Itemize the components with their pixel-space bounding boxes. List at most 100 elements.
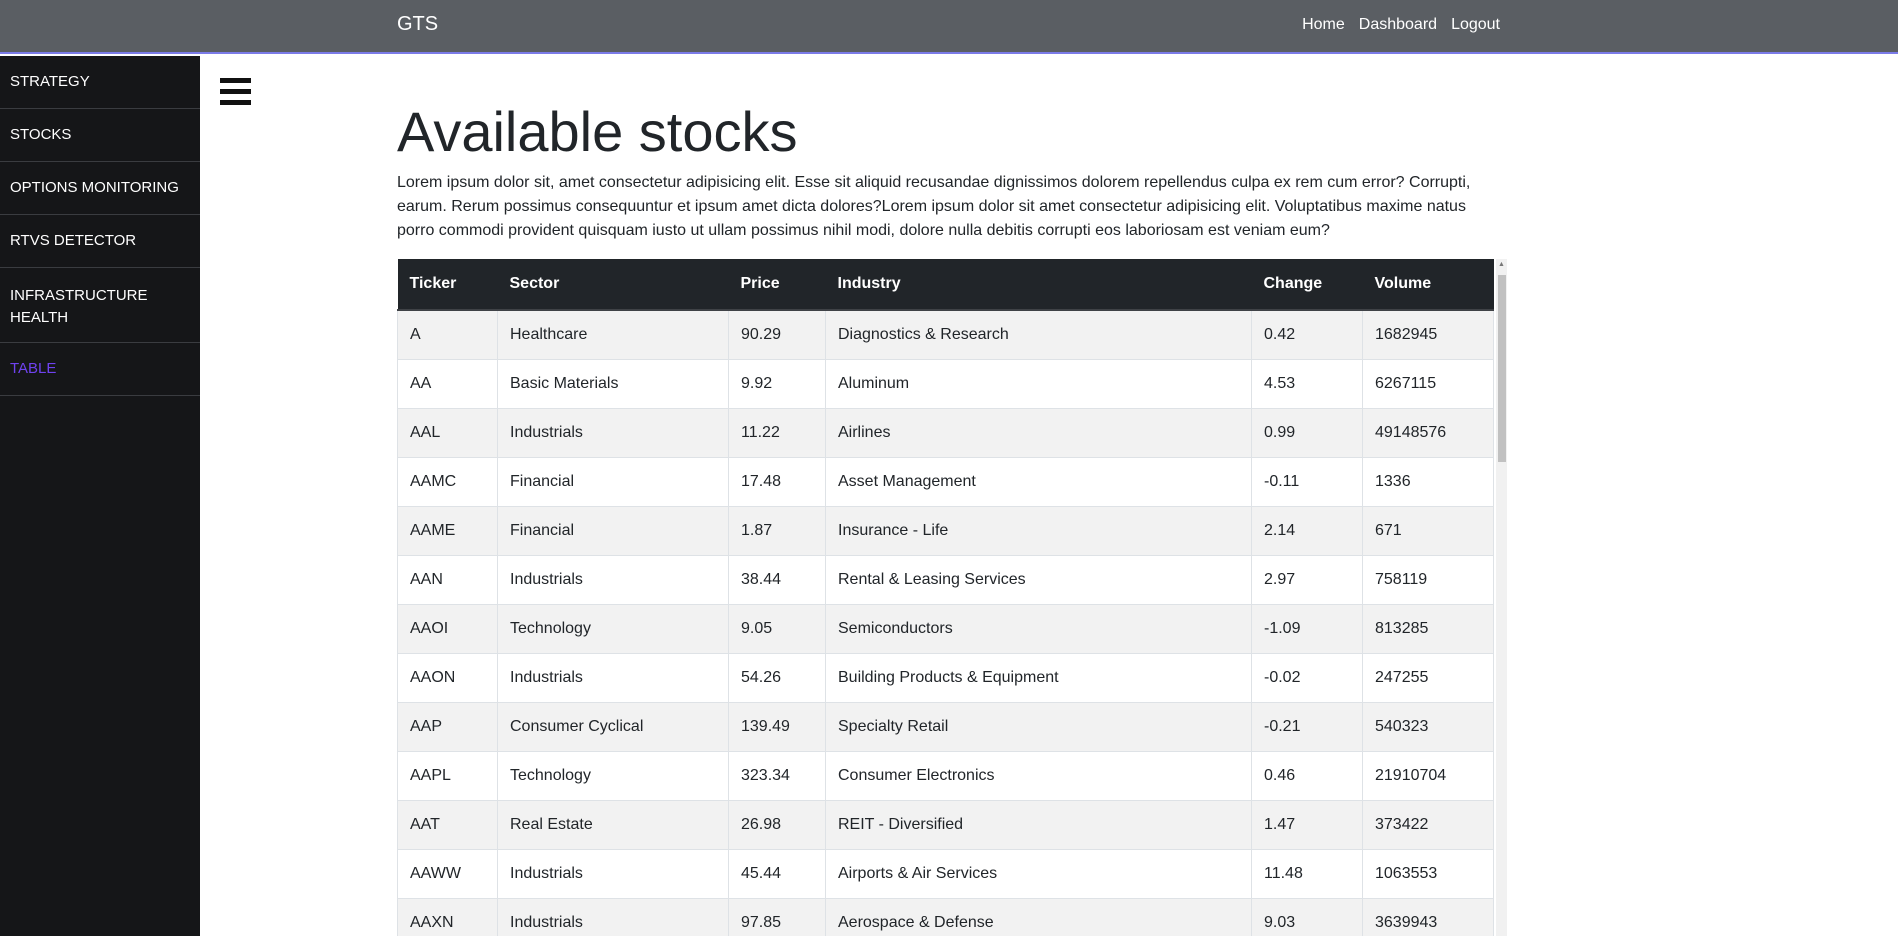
ticker-cell: AAWW: [397, 848, 498, 899]
table-row[interactable]: AAON Industrials 54.26 Building Products & …: [397, 652, 1494, 703]
change-cell: 4.53: [1251, 358, 1363, 409]
change-cell: 2.97: [1251, 554, 1363, 605]
price-cell: 323.34: [728, 750, 826, 801]
industry-cell: Semiconductors: [825, 603, 1252, 654]
sidebar-item-strategy[interactable]: STRATEGY: [0, 56, 200, 109]
ticker-cell: AAMC: [397, 456, 498, 507]
volume-cell: 247255: [1362, 652, 1494, 703]
volume-cell: 1063553: [1362, 848, 1494, 899]
table-row[interactable]: A Healthcare 90.29 Diagnostics & Research 0.…: [397, 309, 1494, 360]
price-cell: 11.22: [728, 407, 826, 458]
sidebar: STRATEGY STOCKS OPTIONS MONITORING RTVS …: [0, 56, 200, 936]
sector-cell: Industrials: [497, 848, 729, 899]
sidebar-item-infrastructure-health[interactable]: INFRASTRUCTURE HEALTH: [0, 268, 200, 343]
sector-cell: Industrials: [497, 897, 729, 936]
sector-cell: Real Estate: [497, 799, 729, 850]
table-scrollbar[interactable]: ▲: [1496, 259, 1507, 936]
change-cell: -0.02: [1251, 652, 1363, 703]
top-navbar: GTS Home Dashboard Logout: [0, 0, 1898, 54]
ticker-cell: AAP: [397, 701, 498, 752]
volume-cell: 3639943: [1362, 897, 1494, 936]
volume-cell: 1336: [1362, 456, 1494, 507]
sector-cell: Technology: [497, 750, 729, 801]
stocks-table: Ticker Sector Price Industry Change Volu…: [397, 259, 1494, 936]
column-header-ticker[interactable]: Ticker: [397, 259, 498, 311]
change-cell: 1.47: [1251, 799, 1363, 850]
sidebar-item-table[interactable]: TABLE: [0, 343, 200, 396]
volume-cell: 49148576: [1362, 407, 1494, 458]
ticker-cell: AAME: [397, 505, 498, 556]
price-cell: 38.44: [728, 554, 826, 605]
sector-cell: Financial: [497, 456, 729, 507]
change-cell: 11.48: [1251, 848, 1363, 899]
nav-link-home[interactable]: Home: [1302, 15, 1345, 34]
volume-cell: 21910704: [1362, 750, 1494, 801]
volume-cell: 1682945: [1362, 309, 1494, 360]
hamburger-bar: [220, 89, 251, 94]
price-cell: 9.92: [728, 358, 826, 409]
industry-cell: Building Products & Equipment: [825, 652, 1252, 703]
ticker-cell: AAT: [397, 799, 498, 850]
column-header-industry[interactable]: Industry: [825, 259, 1252, 311]
column-header-sector[interactable]: Sector: [497, 259, 729, 311]
table-row[interactable]: AA Basic Materials 9.92 Aluminum 4.53 6267115: [397, 358, 1494, 409]
volume-cell: 813285: [1362, 603, 1494, 654]
industry-cell: Asset Management: [825, 456, 1252, 507]
hamburger-bar: [220, 78, 251, 83]
column-header-volume[interactable]: Volume: [1362, 259, 1494, 311]
sidebar-item-options-monitoring[interactable]: OPTIONS MONITORING: [0, 162, 200, 215]
ticker-cell: AAPL: [397, 750, 498, 801]
table-row[interactable]: AAWW Industrials 45.44 Airports & Air Servi…: [397, 848, 1494, 899]
nav-link-logout[interactable]: Logout: [1451, 15, 1500, 34]
table-row[interactable]: AAT Real Estate 26.98 REIT - Diversified 1.4…: [397, 799, 1494, 850]
sidebar-item-rtvs-detector[interactable]: RTVS DETECTOR: [0, 215, 200, 268]
sidebar-item-stocks[interactable]: STOCKS: [0, 109, 200, 162]
price-cell: 54.26: [728, 652, 826, 703]
industry-cell: Aerospace & Defense: [825, 897, 1252, 936]
table-row[interactable]: AAOI Technology 9.05 Semiconductors -1.09 813…: [397, 603, 1494, 654]
column-header-change[interactable]: Change: [1251, 259, 1363, 311]
price-cell: 45.44: [728, 848, 826, 899]
sector-cell: Industrials: [497, 407, 729, 458]
volume-cell: 758119: [1362, 554, 1494, 605]
sector-cell: Technology: [497, 603, 729, 654]
page-description: Lorem ipsum dolor sit, amet consectetur …: [397, 174, 1471, 239]
industry-cell: Consumer Electronics: [825, 750, 1252, 801]
table-row[interactable]: AAL Industrials 11.22 Airlines 0.99 49148576: [397, 407, 1494, 458]
table-row[interactable]: AAN Industrials 38.44 Rental & Leasing Serv…: [397, 554, 1494, 605]
table-row[interactable]: AAMC Financial 17.48 Asset Management -0.11 1…: [397, 456, 1494, 507]
stocks-table-container: Ticker Sector Price Industry Change Volu…: [397, 259, 1507, 936]
change-cell: 0.99: [1251, 407, 1363, 458]
table-row[interactable]: AAP Consumer Cyclical 139.49 Specialty Reta…: [397, 701, 1494, 752]
ticker-cell: AAOI: [397, 603, 498, 654]
sector-cell: Industrials: [497, 652, 729, 703]
price-cell: 9.05: [728, 603, 826, 654]
sector-cell: Financial: [497, 505, 729, 556]
change-cell: 0.42: [1251, 309, 1363, 360]
ticker-cell: AAON: [397, 652, 498, 703]
sector-cell: Basic Materials: [497, 358, 729, 409]
hamburger-menu-icon[interactable]: [220, 78, 251, 105]
price-cell: 139.49: [728, 701, 826, 752]
sector-cell: Healthcare: [497, 309, 729, 360]
industry-cell: Airlines: [825, 407, 1252, 458]
top-nav-links: Home Dashboard Logout: [1302, 15, 1500, 34]
scrollbar-thumb[interactable]: [1498, 275, 1506, 462]
brand-logo[interactable]: GTS: [397, 13, 438, 36]
industry-cell: Rental & Leasing Services: [825, 554, 1252, 605]
ticker-cell: AAXN: [397, 897, 498, 936]
table-row[interactable]: AAME Financial 1.87 Insurance - Life 2.14 671: [397, 505, 1494, 556]
column-header-price[interactable]: Price: [728, 259, 826, 311]
industry-cell: Insurance - Life: [825, 505, 1252, 556]
table-body: A Healthcare 90.29 Diagnostics & Research 0.…: [397, 309, 1494, 936]
change-cell: 0.46: [1251, 750, 1363, 801]
scroll-up-arrow-icon[interactable]: ▲: [1496, 261, 1507, 269]
industry-cell: Specialty Retail: [825, 701, 1252, 752]
industry-cell: Diagnostics & Research: [825, 309, 1252, 360]
nav-link-dashboard[interactable]: Dashboard: [1359, 15, 1437, 34]
table-row[interactable]: AAXN Industrials 97.85 Aerospace & Defense 9…: [397, 897, 1494, 936]
table-row[interactable]: AAPL Technology 323.34 Consumer Electronics…: [397, 750, 1494, 801]
ticker-cell: AA: [397, 358, 498, 409]
price-cell: 1.87: [728, 505, 826, 556]
hamburger-bar: [220, 100, 251, 105]
